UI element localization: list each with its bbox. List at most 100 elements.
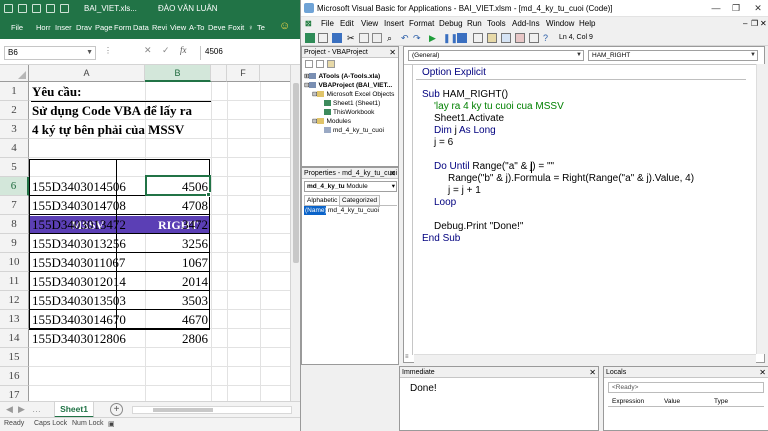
view-excel-icon[interactable] [305, 33, 315, 43]
scroll-thumb[interactable] [153, 408, 213, 412]
row-header[interactable]: 8 [0, 215, 29, 234]
row-header[interactable]: 16 [0, 367, 29, 386]
code-line[interactable]: Debug.Print "Done!" [434, 221, 523, 233]
chevron-down-icon[interactable]: ▾ [392, 182, 395, 191]
code-line[interactable]: j = j + 1 [448, 185, 481, 197]
view-code-icon[interactable] [305, 60, 313, 68]
tree-item-excel-objects[interactable]: ⊟ Microsoft Excel Objects [312, 91, 394, 99]
design-mode-icon[interactable] [473, 33, 483, 43]
copy-icon[interactable] [359, 33, 369, 43]
row-header[interactable]: 4 [0, 139, 29, 158]
undo-icon[interactable]: ↶ [401, 33, 411, 43]
code-horizontal-scrollbar[interactable] [414, 354, 756, 363]
row-header[interactable]: 15 [0, 348, 29, 367]
code-line[interactable]: Loop [434, 197, 456, 209]
row-header[interactable]: 17 [0, 386, 29, 401]
ribbon-tab[interactable]: Horr [36, 23, 51, 32]
paste-icon[interactable] [372, 33, 382, 43]
name-box[interactable]: B6 ▼ [4, 46, 96, 60]
code-margin[interactable] [404, 65, 413, 355]
row-header[interactable]: 12 [0, 291, 29, 310]
excel-horizontal-scrollbar[interactable] [132, 406, 292, 414]
tree-item-module[interactable]: md_4_ky_tu_cuoi [324, 127, 384, 135]
code-line[interactable]: Sub HAM_RIGHT() [422, 89, 508, 101]
insert-function-icon[interactable]: fx [180, 45, 187, 55]
menu-item[interactable]: Window [546, 19, 574, 28]
ribbon-tab[interactable]: Data [133, 23, 149, 32]
cell-mssv[interactable]: 155D3403012806 [32, 329, 126, 348]
ribbon-tab[interactable]: Revi [152, 23, 167, 32]
requirement-line-1[interactable]: Sử dụng Code VBA để lấy ra [32, 101, 192, 120]
ribbon-tab[interactable]: Form [114, 23, 132, 32]
row-header[interactable]: 9 [0, 234, 29, 253]
column-header-g[interactable] [260, 65, 290, 82]
undo-icon[interactable] [18, 4, 27, 13]
column-header-f[interactable]: F [227, 65, 260, 82]
chevron-down-icon[interactable]: ▼ [576, 51, 582, 60]
mdi-restore-icon[interactable]: ❐ [751, 19, 758, 28]
menu-item[interactable]: Format [409, 19, 434, 28]
worksheet-grid[interactable]: A B F 1 2 3 4 5 6 7 8 9 10 11 12 13 14 1… [0, 65, 290, 401]
row-header[interactable]: 10 [0, 253, 29, 272]
ribbon-tab[interactable]: Deve [208, 23, 226, 32]
quick-access-icon[interactable] [46, 4, 55, 13]
menu-item[interactable]: Run [467, 19, 482, 28]
ribbon-tab[interactable]: File [11, 23, 23, 32]
locals-col-type[interactable]: Type [714, 397, 728, 407]
break-icon[interactable]: ❚❚ [443, 33, 458, 43]
toolbox-icon[interactable] [529, 33, 539, 43]
row-header[interactable]: 1 [0, 82, 29, 101]
code-line[interactable]: Dim j As Long [434, 125, 496, 137]
tree-item-thisworkbook[interactable]: ThisWorkbook [324, 109, 374, 117]
close-pane-icon[interactable]: ✕ [389, 168, 396, 179]
insert-module-icon[interactable] [318, 33, 328, 43]
chevron-down-icon[interactable]: ▼ [750, 51, 756, 60]
minimize-icon[interactable]: — [707, 2, 725, 15]
lightbulb-icon[interactable]: ♀ [248, 23, 254, 32]
cancel-icon[interactable]: ✕ [144, 45, 152, 56]
redo-icon[interactable] [32, 4, 41, 13]
excel-view-icon[interactable]: ⊠ [305, 19, 312, 28]
row-header[interactable]: 13 [0, 310, 29, 329]
code-line[interactable]: End Sub [422, 233, 460, 245]
cut-icon[interactable]: ✂ [347, 33, 357, 43]
maximize-icon[interactable]: ❐ [727, 2, 745, 15]
scroll-thumb[interactable] [293, 83, 299, 263]
row-header[interactable]: 14 [0, 329, 29, 348]
more-sheets-icon[interactable]: … [32, 404, 41, 414]
menu-item[interactable]: View [361, 19, 378, 28]
ribbon-tab[interactable]: Page [95, 23, 113, 32]
locals-col-value[interactable]: Value [664, 397, 680, 407]
object-browser-icon[interactable] [515, 33, 525, 43]
toggle-folders-icon[interactable] [327, 60, 335, 68]
row-header[interactable]: 3 [0, 120, 29, 139]
cell-right[interactable]: 2806 [150, 329, 208, 348]
tree-item-vbaproject[interactable]: ⊟ VBAProject (BAI_VIET... [304, 82, 392, 90]
locals-col-expression[interactable]: Expression [612, 397, 644, 407]
enter-icon[interactable]: ✓ [162, 45, 170, 56]
close-pane-icon[interactable]: ✕ [389, 47, 396, 58]
ribbon-tab[interactable]: Foxit [228, 23, 244, 32]
tree-item-sheet1[interactable]: Sheet1 (Sheet1) [324, 100, 380, 108]
menu-item[interactable]: Edit [340, 19, 354, 28]
row-header[interactable]: 6 [0, 177, 29, 196]
menu-item[interactable]: Insert [384, 19, 404, 28]
code-line[interactable]: Sheet1.Activate [434, 113, 504, 125]
code-line[interactable]: Do Until Range("a" & j) = "" [434, 161, 554, 173]
find-icon[interactable]: ⌕ [387, 33, 397, 43]
close-pane-icon[interactable]: ✕ [589, 367, 596, 378]
menu-item[interactable]: Tools [487, 19, 506, 28]
ribbon-tab[interactable]: Inser [55, 23, 72, 32]
excel-vertical-scrollbar[interactable] [290, 65, 300, 401]
row-header[interactable]: 2 [0, 101, 29, 120]
locals-context[interactable]: <Ready> [608, 382, 764, 393]
reset-icon[interactable] [457, 33, 467, 43]
chevron-down-icon[interactable]: ▼ [86, 47, 93, 59]
tree-item-atools[interactable]: ⊞ ATools (A-Tools.xla) [304, 73, 380, 81]
redo-icon[interactable]: ↷ [413, 33, 423, 43]
sheet-tab-sheet1[interactable]: Sheet1 [54, 402, 94, 418]
code-vertical-scrollbar[interactable] [756, 64, 765, 354]
ribbon-tab[interactable]: View [170, 23, 186, 32]
row-header[interactable]: 11 [0, 272, 29, 291]
prev-sheet-icon[interactable]: ◀ [6, 404, 13, 415]
